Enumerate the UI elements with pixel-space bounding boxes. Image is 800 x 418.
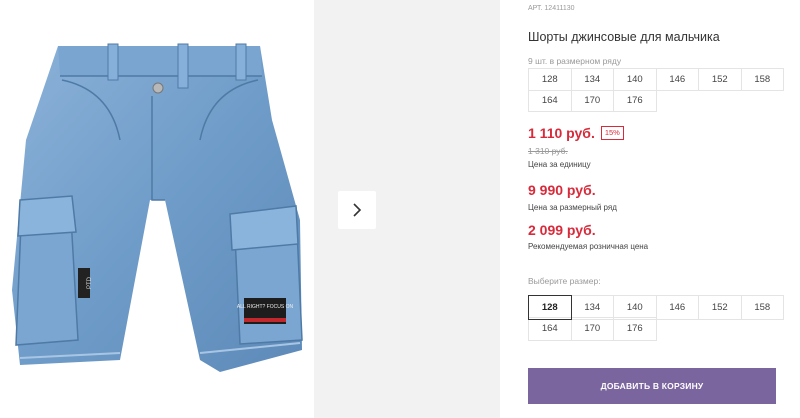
old-price: 1 310 руб. xyxy=(528,146,568,156)
discount-badge: 15% xyxy=(600,126,624,140)
size-range-cell: 140 xyxy=(613,68,657,91)
rrp-label: Рекомендуемая розничная цена xyxy=(528,242,649,251)
gallery-next-button[interactable] xyxy=(338,191,376,229)
unit-price: 1 110 руб. xyxy=(528,125,595,141)
chevron-right-icon xyxy=(353,203,362,217)
size-range-grid: 128 134 140 146 152 158 164 170 176 xyxy=(528,68,784,112)
rrp-price: 2 099 руб. xyxy=(528,222,596,238)
pack-quantity: 9 шт. в размерном ряду xyxy=(528,56,622,66)
price-row: 1 110 руб. 15% xyxy=(528,125,624,141)
product-article: АРТ. 12411130 xyxy=(528,5,575,12)
range-price: 9 990 руб. xyxy=(528,182,596,198)
size-range-cell: 164 xyxy=(528,89,572,112)
range-price-label: Цена за размерный ряд xyxy=(528,203,617,212)
size-range-cell: 170 xyxy=(570,89,614,112)
size-option-selected[interactable]: 128 xyxy=(528,295,572,320)
size-option[interactable]: 176 xyxy=(613,316,657,341)
product-main-photo[interactable]: PTD ALL RIGHT? FOCUS ON xyxy=(0,0,314,418)
size-range-cell: 158 xyxy=(740,68,784,91)
size-range-cell: 152 xyxy=(698,68,742,91)
size-range-cell: 128 xyxy=(528,68,572,91)
product-info-panel: АРТ. 12411130 Шорты джинсовые для мальчи… xyxy=(528,0,788,418)
size-select-grid: 128 134 140 146 152 158 164 170 176 xyxy=(528,295,784,341)
add-to-cart-button[interactable]: ДОБАВИТЬ В КОРЗИНУ xyxy=(528,368,776,404)
product-gallery: PTD ALL RIGHT? FOCUS ON xyxy=(0,0,500,418)
patch-text: ALL RIGHT? FOCUS ON xyxy=(237,304,294,310)
size-option[interactable]: 164 xyxy=(528,316,572,341)
unit-price-label: Цена за единицу xyxy=(528,160,591,169)
product-title: Шорты джинсовые для мальчика xyxy=(528,30,720,44)
size-option[interactable]: 158 xyxy=(740,295,784,320)
choose-size-label: Выберите размер: xyxy=(528,276,601,286)
size-range-cell: 176 xyxy=(613,89,657,112)
size-option[interactable]: 146 xyxy=(655,295,699,320)
jeans-shorts-image: PTD ALL RIGHT? FOCUS ON xyxy=(12,43,303,372)
size-range-cell: 146 xyxy=(655,68,699,91)
size-option[interactable]: 170 xyxy=(570,316,614,341)
size-range-cell: 134 xyxy=(570,68,614,91)
ptd-tag-text: PTD xyxy=(87,276,93,289)
size-option[interactable]: 152 xyxy=(698,295,742,320)
